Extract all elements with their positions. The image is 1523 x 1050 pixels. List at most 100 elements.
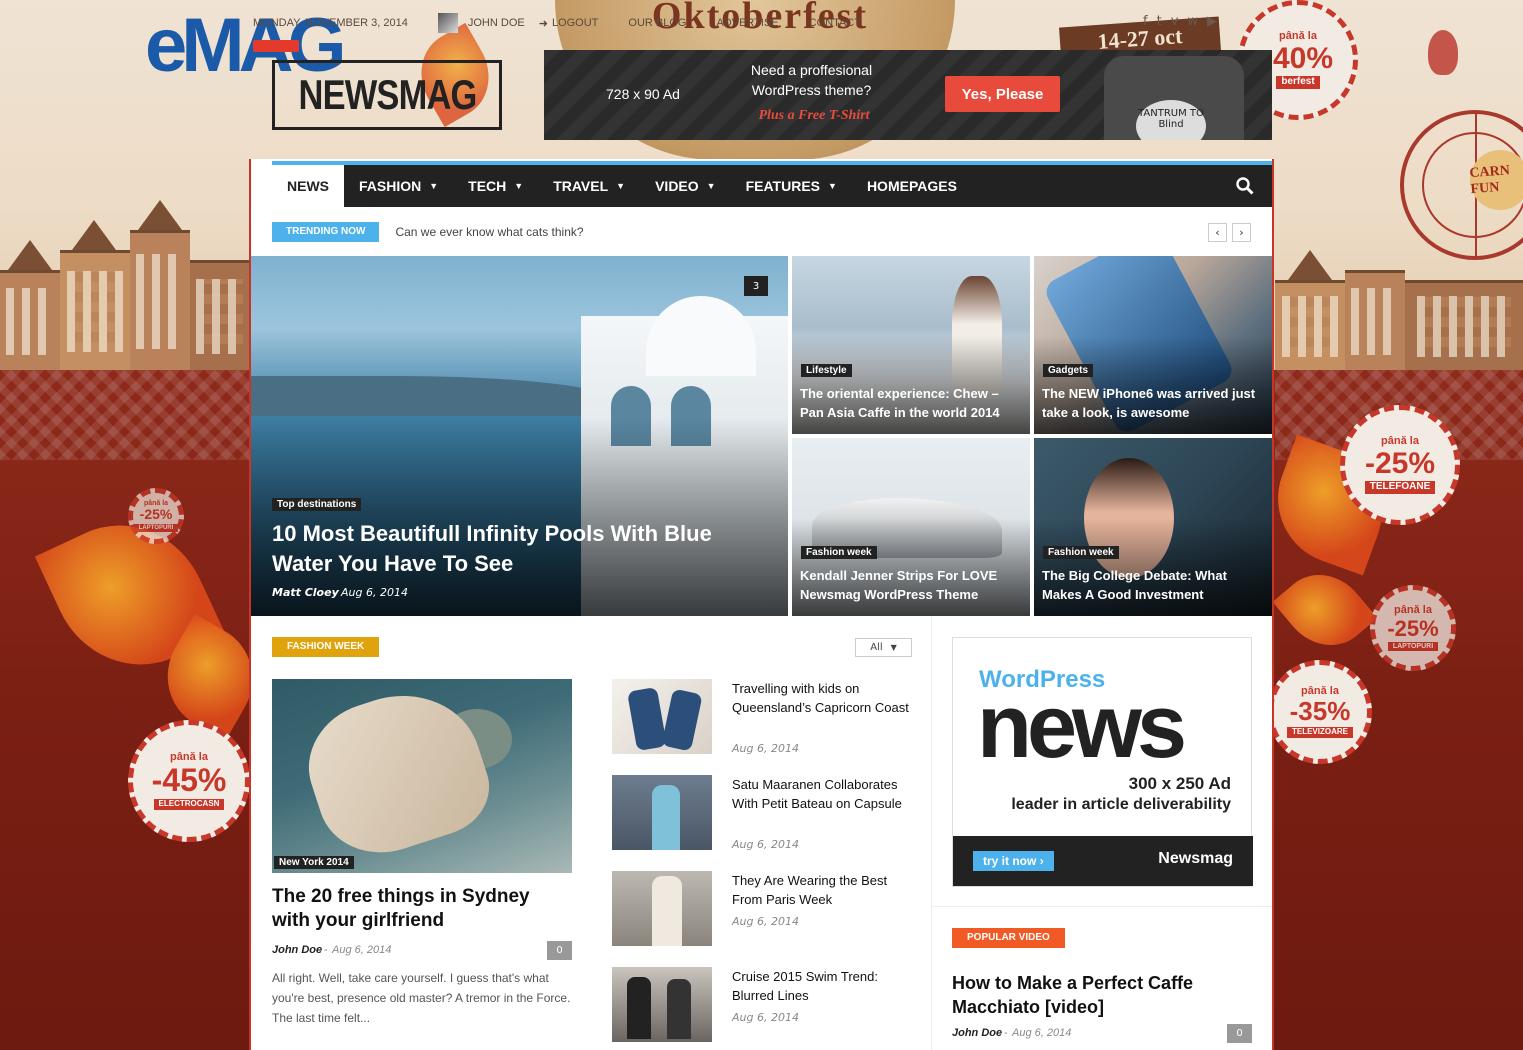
list-thumb[interactable] (612, 967, 712, 1042)
author-name[interactable]: Matt Cloey (272, 586, 339, 599)
featured-tile-title[interactable]: The oriental experience: Chew – Pan Asia… (800, 384, 1025, 422)
comment-count[interactable]: 3 (744, 276, 768, 296)
discount-badge: până la -25% LAPTOPURI (128, 488, 184, 544)
social-icons: f t v w ▶ (1143, 14, 1217, 29)
logout-link[interactable]: LOGOUT (552, 17, 598, 29)
block-filter-dropdown[interactable]: All ▼ (855, 638, 912, 657)
trending-next-button[interactable]: › (1232, 223, 1251, 242)
building (60, 250, 130, 370)
featured-tile[interactable]: Fashion week Kendall Jenner Strips For L… (792, 438, 1030, 616)
current-date: MONDAY, NOVEMBER 3, 2014 (253, 17, 408, 29)
nav-item-features[interactable]: FEATURES ▼ (731, 165, 852, 207)
top-link-advertise[interactable]: ADVERTISE (716, 17, 778, 29)
try-it-now-button[interactable]: try it now › (973, 851, 1054, 871)
post-date: Aug 6, 2014 (1012, 1027, 1072, 1039)
background-pattern-left (0, 370, 249, 460)
tshirt-print: TANTRUM TO Blind (1136, 100, 1206, 140)
shoe-shape (661, 688, 703, 752)
chevron-down-icon: ▼ (890, 643, 897, 652)
meta-separator: - (332, 586, 336, 599)
author-name[interactable]: John Doe (952, 1027, 1002, 1039)
discount-badge: până la -25% TELEFOANE (1340, 405, 1460, 525)
user-avatar[interactable] (437, 13, 458, 33)
ad-yes-button[interactable]: Yes, Please (945, 76, 1060, 112)
featured-tile[interactable]: Gadgets The NEW iPhone6 was arrived just… (1034, 256, 1272, 434)
person-shape (667, 979, 691, 1039)
popular-video-label[interactable]: POPULAR VIDEO (952, 928, 1065, 948)
nav-item-video[interactable]: VIDEO ▼ (640, 165, 731, 207)
category-tag[interactable]: Fashion week (1043, 546, 1119, 559)
list-thumb[interactable] (612, 679, 712, 754)
search-icon[interactable] (1236, 177, 1254, 195)
featured-main-title[interactable]: 10 Most Beautifull Infinity Pools With B… (272, 519, 762, 579)
top-link-contact[interactable]: CONTACT (809, 17, 861, 29)
author-name[interactable]: John Doe (272, 944, 322, 956)
trending-link[interactable]: Can we ever know what cats think? (395, 225, 583, 239)
category-tag[interactable]: Top destinations (272, 498, 362, 511)
youtube-icon[interactable]: ▶ (1207, 14, 1217, 29)
featured-main-tile[interactable]: 3 Top destinations 10 Most Beautifull In… (251, 256, 788, 616)
building (0, 270, 60, 370)
nav-label: VIDEO (655, 178, 699, 194)
featured-tile-title[interactable]: Kendall Jenner Strips For LOVE Newsmag W… (800, 566, 1025, 604)
twitter-icon[interactable]: t (1157, 14, 1162, 29)
comment-count[interactable]: 0 (547, 941, 572, 960)
category-tag[interactable]: Fashion week (801, 546, 877, 559)
building (1345, 270, 1405, 370)
badge-ribbon: berfest (1276, 76, 1320, 89)
nav-item-news[interactable]: NEWS (272, 165, 344, 207)
top-ad-banner[interactable]: 728 x 90 Ad Need a proffesional WordPres… (544, 50, 1272, 140)
top-link-blog[interactable]: OUR BLOG (628, 17, 686, 29)
person-shape (627, 977, 651, 1039)
building-roof (1288, 250, 1332, 280)
badge-ribbon: LAPTOPURI (1387, 641, 1439, 651)
building (130, 230, 190, 370)
post-date: Aug 6, 2014 (732, 742, 799, 755)
logo-text: NEWSMAG (298, 71, 477, 118)
category-tag[interactable]: Lifestyle (801, 364, 852, 377)
list-thumb[interactable] (612, 775, 712, 850)
badge-value: -25% (1364, 446, 1436, 480)
chevron-down-icon: ▼ (514, 181, 524, 191)
nav-item-homepages[interactable]: HOMEPAGES (852, 165, 972, 207)
tshirt-image: TANTRUM TO Blind (1104, 56, 1244, 140)
discount-badge: până la -35% TELEVIZOARE (1268, 660, 1372, 764)
vk-icon[interactable]: w (1187, 14, 1198, 29)
list-item-title[interactable]: Cruise 2015 Swim Trend: Blurred Lines (732, 967, 917, 1005)
nav-item-fashion[interactable]: FASHION ▼ (344, 165, 453, 207)
user-name[interactable]: JOHN DOE (468, 17, 525, 29)
post-date: Aug 6, 2014 (332, 944, 392, 956)
category-tag[interactable]: New York 2014 (274, 856, 354, 869)
vimeo-icon[interactable]: v (1171, 14, 1179, 29)
featured-tile-title[interactable]: The Big College Debate: What Makes A Goo… (1042, 566, 1267, 604)
category-tag[interactable]: Gadgets (1043, 364, 1094, 377)
list-item-title[interactable]: Satu Maaranen Collaborates With Petit Ba… (732, 775, 917, 813)
trending-prev-button[interactable]: ‹ (1208, 223, 1227, 242)
list-item-title[interactable]: They Are Wearing the Best From Paris Wee… (732, 871, 917, 909)
featured-tile-title[interactable]: The NEW iPhone6 was arrived just take a … (1042, 384, 1267, 422)
chevron-down-icon: ▼ (828, 181, 837, 191)
site-logo[interactable]: NEWSMAG (272, 60, 502, 130)
featured-tile[interactable]: Fashion week The Big College Debate: Wha… (1034, 438, 1272, 616)
nav-item-tech[interactable]: TECH ▼ (453, 165, 538, 207)
list-item-title[interactable]: Travelling with kids on Queensland’s Cap… (732, 679, 917, 717)
fashion-main-title[interactable]: The 20 free things in Sydney with your g… (272, 885, 572, 933)
list-thumb[interactable] (612, 871, 712, 946)
facebook-icon[interactable]: f (1143, 14, 1148, 29)
badge-ribbon: TELEVIZOARE (1286, 727, 1353, 738)
building (190, 260, 249, 370)
badge-value: -25% (1387, 615, 1439, 641)
comment-count[interactable]: 0 (1227, 1024, 1252, 1043)
nav-item-travel[interactable]: TRAVEL ▼ (538, 165, 640, 207)
popular-video-title[interactable]: How to Make a Perfect Caffe Macchiato [v… (952, 971, 1252, 1019)
ad-footer: try it now › Newsmag (953, 836, 1253, 886)
featured-tile[interactable]: Lifestyle The oriental experience: Chew … (792, 256, 1030, 434)
badge-ribbon: ELECTROCASN (153, 799, 225, 810)
badge-value: -35% (1289, 695, 1351, 726)
sidebar-divider (931, 616, 932, 1050)
fashion-week-label[interactable]: FASHION WEEK (272, 637, 380, 657)
nav-label: FEATURES (745, 178, 821, 194)
fashion-main-image[interactable]: New York 2014 (272, 679, 572, 873)
side-ad-banner[interactable]: WordPress news 300 x 250 Ad leader in ar… (952, 637, 1253, 887)
building-roof (138, 200, 182, 230)
